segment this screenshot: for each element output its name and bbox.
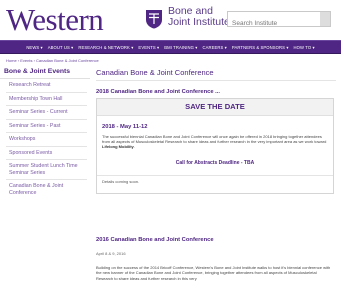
search-button[interactable]	[320, 12, 330, 26]
main-content: Canadian Bone & Joint Conference 2018 Ca…	[96, 65, 336, 289]
sidebar-item-workshops[interactable]: Workshops	[6, 133, 87, 147]
nav-partners-sponsors[interactable]: PARTNERS & SPONSORS ▾	[232, 45, 289, 50]
lifelong-mobility-emphasis: Lifelong Mobility	[102, 144, 134, 150]
breadcrumb[interactable]: Home › Events › Canadian Bone & Joint Co…	[6, 58, 99, 63]
page-title: Canadian Bone & Joint Conference	[96, 65, 336, 81]
institute-name: Bone and Joint Institute	[168, 6, 230, 28]
event-date: 2018 - May 11-12	[102, 124, 148, 130]
site-header: Western Bone and Joint Institute	[0, 0, 341, 40]
institute-name-line2: Joint Institute	[168, 16, 230, 28]
nav-how-to[interactable]: HOW TO ▾	[294, 45, 315, 50]
details-note: Details coming soon.	[102, 179, 140, 184]
article-2016-date: April 8 & 9, 2016	[96, 251, 126, 256]
article-2016-body: Building on the success of the 2014 Bric…	[96, 265, 331, 281]
nav-news[interactable]: NEWS ▾	[26, 45, 42, 50]
sidebar-title: Bone & Joint Events	[0, 65, 90, 79]
event-description: The successful biennial Canadian Bone an…	[102, 134, 328, 150]
page: Western Bone and Joint Institute NEWS ▾ …	[0, 0, 341, 289]
call-for-abstracts: Call for Abstracts Deadline - TBA	[175, 160, 255, 166]
article-title[interactable]: 2018 Canadian Bone and Joint Conference …	[96, 89, 336, 95]
nav-about-us[interactable]: ABOUT US ▾	[48, 45, 74, 50]
sidebar-item-seminar-past[interactable]: Seminar Series - Past	[6, 120, 87, 133]
sidebar-item-sponsored-events[interactable]: Sponsored Events	[6, 147, 87, 160]
main-nav: NEWS ▾ ABOUT US ▾ RESEARCH & NETWORK ▾ E…	[0, 40, 341, 54]
sidebar: Bone & Joint Events Research Retreat Mem…	[0, 65, 90, 289]
sidebar-item-seminar-current[interactable]: Seminar Series - Current	[6, 106, 87, 120]
sidebar-item-research-retreat[interactable]: Research Retreat	[6, 79, 87, 93]
search-input[interactable]	[228, 16, 322, 31]
crest-icon	[146, 10, 162, 29]
save-the-date-banner: SAVE THE DATE	[97, 99, 333, 116]
sidebar-item-canadian-conference[interactable]: Canadian Bone & Joint Conference	[6, 180, 87, 199]
search-box	[227, 11, 331, 31]
sidebar-item-summer-student-seminar[interactable]: Summer Student Lunch Time Seminar Series	[6, 160, 87, 180]
sidebar-item-membership-town-hall[interactable]: Membership Town Hall	[6, 93, 87, 106]
event-panel: SAVE THE DATE 2018 - May 11-12 The succe…	[96, 98, 334, 194]
event-description-end: .	[133, 144, 135, 150]
article-2016-title[interactable]: 2016 Canadian Bone and Joint Conference	[96, 237, 214, 243]
nav-research-network[interactable]: RESEARCH & NETWORK ▾	[78, 45, 133, 50]
nav-bmi-training[interactable]: BMI TRAINING ▾	[164, 45, 197, 50]
divider	[97, 175, 333, 176]
western-logo[interactable]: Western	[6, 1, 104, 39]
nav-events[interactable]: EVENTS ▾	[138, 45, 159, 50]
nav-careers[interactable]: CAREERS ▾	[202, 45, 226, 50]
event-description-text: The successful biennial Canadian Bone an…	[102, 134, 327, 145]
